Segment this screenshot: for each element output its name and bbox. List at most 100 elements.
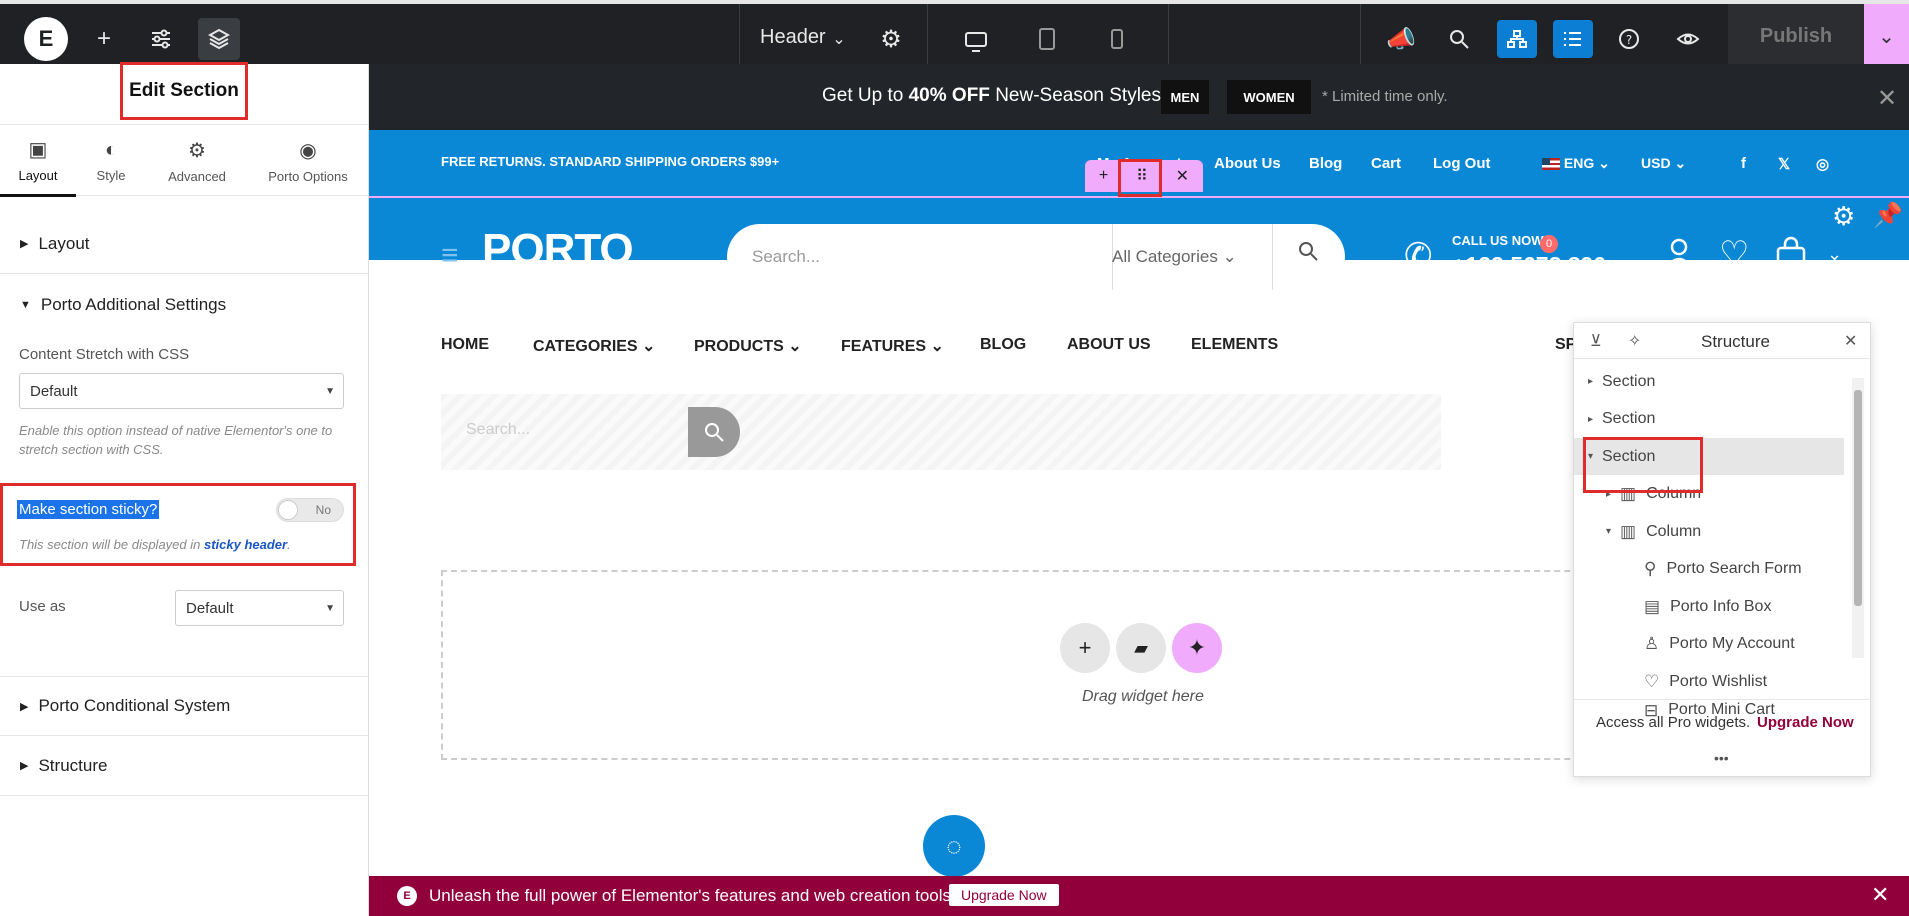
tab-label: Style <box>96 168 126 183</box>
close-icon[interactable]: ✕ <box>1877 84 1897 113</box>
structure-row[interactable]: ⚲ Porto Search Form <box>1574 551 1844 588</box>
chevron-down-icon[interactable]: ⌄ <box>818 18 860 60</box>
category-select[interactable]: All Categories ⌄ <box>1112 247 1237 267</box>
nav-blog[interactable]: BLOG <box>980 336 1026 354</box>
sticky-header-link[interactable]: sticky header <box>204 537 287 552</box>
men-button[interactable]: MEN <box>1161 80 1209 114</box>
search-button[interactable] <box>688 407 740 457</box>
structure-row[interactable]: ▤ Porto Info Box <box>1574 588 1844 625</box>
tab-porto-options[interactable]: ◉ Porto Options <box>262 125 354 197</box>
resize-handle-icon[interactable]: ••• <box>1714 750 1729 766</box>
hint-text: This section will be displayed in <box>19 537 204 552</box>
layers-icon[interactable] <box>198 18 240 60</box>
upgrade-now-button[interactable]: Upgrade Now <box>949 884 1059 906</box>
delete-section-icon[interactable]: ✕ <box>1176 166 1189 186</box>
tab-advanced[interactable]: ⚙ Advanced <box>158 125 236 197</box>
caret-right-icon: ▶ <box>20 700 29 713</box>
nav-home[interactable]: HOME <box>441 336 489 354</box>
publish-button[interactable]: Publish <box>1728 4 1864 68</box>
nav-products[interactable]: PRODUCTS ⌄ <box>694 336 802 356</box>
close-icon[interactable]: ✕ <box>1871 882 1889 908</box>
site-logo[interactable]: PORTO <box>482 225 634 275</box>
structure-row-label: Porto My Account <box>1669 635 1795 652</box>
wishlist-icon[interactable]: ♡ <box>1719 234 1749 274</box>
top-link-blog[interactable]: Blog <box>1309 155 1342 172</box>
account-icon[interactable] <box>1662 236 1696 279</box>
folder-icon[interactable]: ▰ <box>1116 623 1166 673</box>
facebook-icon[interactable]: f <box>1741 155 1746 172</box>
document-title[interactable]: Header <box>760 26 826 49</box>
chevron-down-icon[interactable]: ⌄ <box>1827 244 1842 265</box>
mobile-icon[interactable] <box>1096 18 1138 60</box>
use-as-select[interactable]: Default ▼ <box>175 590 344 626</box>
women-button[interactable]: WOMEN <box>1227 80 1311 114</box>
section-conditional[interactable]: ▶ Porto Conditional System <box>0 676 369 736</box>
search-form-input[interactable]: Search... <box>466 421 530 439</box>
language-select[interactable]: ENG ⌄ <box>1542 155 1610 172</box>
collapse-all-icon[interactable]: ⊻ <box>1590 331 1602 351</box>
cart-icon[interactable] <box>1774 236 1808 279</box>
structure-row[interactable]: ▾ ▥ Column <box>1574 513 1844 550</box>
caret-right-icon[interactable]: ▸ <box>1588 376 1602 387</box>
search-icon[interactable] <box>1297 240 1319 268</box>
nav-elements[interactable]: ELEMENTS <box>1191 336 1278 354</box>
structure-row-label: Porto Search Form <box>1666 560 1802 577</box>
list-icon[interactable] <box>1553 20 1593 58</box>
structure-row[interactable]: ▸ Section <box>1574 401 1844 438</box>
widget-icon: ▤ <box>1644 596 1661 616</box>
top-link-about-us[interactable]: About Us <box>1214 155 1281 172</box>
ai-sparkle-icon[interactable]: ✧ <box>1628 331 1641 351</box>
plus-icon[interactable]: + <box>83 18 125 60</box>
structure-panel: ⊻ ✧ Structure ✕ ▸ Section ▸ Section ▾ Section… <box>1573 322 1871 777</box>
caret-down-icon[interactable]: ▾ <box>1606 526 1620 537</box>
gear-icon[interactable]: ⚙ <box>870 18 912 60</box>
structure-scrollbar[interactable] <box>1852 378 1864 658</box>
sitemap-icon[interactable] <box>1497 20 1537 58</box>
add-widget-plus-icon[interactable]: + <box>1060 623 1110 673</box>
megaphone-icon[interactable]: 📣 <box>1380 18 1422 60</box>
structure-row-label: Section <box>1602 410 1656 427</box>
content-stretch-select[interactable]: Default ▼ <box>19 373 344 409</box>
help-icon[interactable]: ? <box>1608 18 1650 60</box>
nav-categories[interactable]: CATEGORIES ⌄ <box>533 336 655 356</box>
tab-style[interactable]: ◐ Style <box>76 125 146 197</box>
upgrade-banner: E Unleash the full power of Elementor's … <box>369 876 1909 916</box>
tablet-icon[interactable] <box>1026 18 1068 60</box>
menu-icon[interactable]: ≡ <box>441 239 459 273</box>
section-porto-additional[interactable]: ▼ Porto Additional Settings <box>0 275 369 335</box>
pin-icon[interactable]: 📌 <box>1873 201 1903 230</box>
x-twitter-icon[interactable]: 𝕏 <box>1778 155 1790 173</box>
top-link-cart[interactable]: Cart <box>1371 155 1401 172</box>
widget-icon: ♙ <box>1644 634 1660 653</box>
sticky-toggle[interactable]: No <box>276 498 344 522</box>
structure-row[interactable]: ♙ Porto My Account <box>1574 626 1844 663</box>
add-section-icon[interactable]: + <box>1099 167 1108 185</box>
sliders-icon[interactable] <box>140 18 182 60</box>
desktop-icon[interactable] <box>955 18 997 68</box>
close-icon[interactable]: ✕ <box>1844 331 1857 351</box>
gear-icon[interactable]: ⚙ <box>1832 201 1855 232</box>
flag-us-icon <box>1542 158 1560 171</box>
section-structure[interactable]: ▶ Structure <box>0 736 369 796</box>
caret-right-icon[interactable]: ▸ <box>1588 414 1602 425</box>
ai-sparkle-icon[interactable]: ✦ <box>1172 623 1222 673</box>
panel-tabs: ▣ Layout ◐ Style ⚙ Advanced ◉ Porto Opti… <box>0 124 369 197</box>
caret-right-icon: ▶ <box>20 238 29 250</box>
layout-icon: ▣ <box>28 138 48 161</box>
nav-about-us[interactable]: ABOUT US <box>1067 336 1151 354</box>
elementor-logo[interactable]: E <box>24 17 68 61</box>
top-link-log-out[interactable]: Log Out <box>1433 155 1490 172</box>
upgrade-now-link[interactable]: Upgrade Now <box>1757 714 1854 731</box>
svg-text:?: ? <box>1626 33 1632 47</box>
tab-layout[interactable]: ▣ Layout <box>0 125 76 197</box>
structure-row[interactable]: ♡ Porto Wishlist <box>1574 663 1844 700</box>
section-layout[interactable]: ▶ Layout <box>0 214 369 274</box>
caret-down-icon: ▼ <box>20 299 31 311</box>
nav-features[interactable]: FEATURES ⌄ <box>841 336 944 356</box>
eye-icon[interactable] <box>1667 18 1709 60</box>
currency-select[interactable]: USD ⌄ <box>1641 155 1686 172</box>
instagram-icon[interactable]: ◎ <box>1816 155 1829 173</box>
search-icon[interactable] <box>1438 18 1480 60</box>
publish-options-chevron-icon[interactable]: ⌄ <box>1864 4 1909 68</box>
structure-row[interactable]: ▸ Section <box>1574 363 1844 400</box>
